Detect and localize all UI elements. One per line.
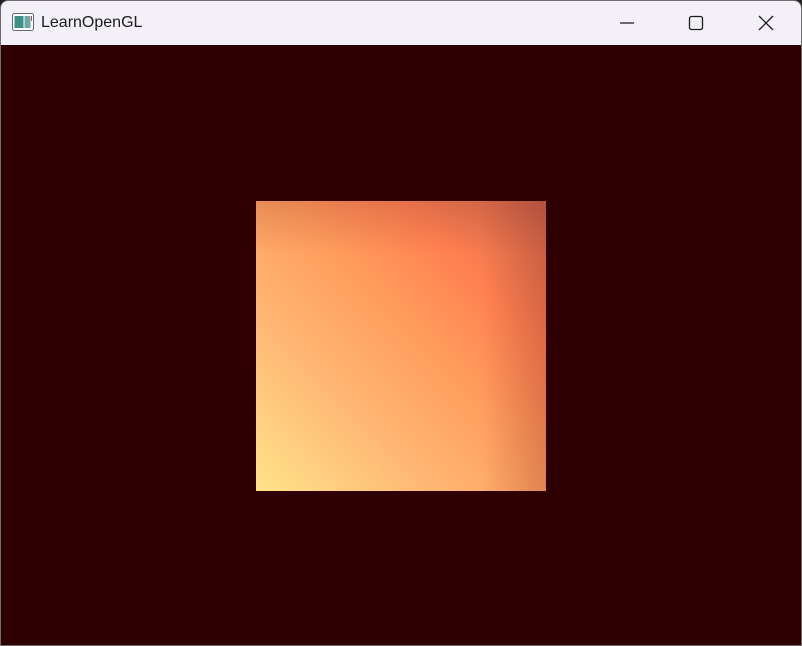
rendered-quad [256, 201, 546, 491]
maximize-button[interactable] [661, 1, 731, 45]
minimize-button[interactable] [592, 1, 662, 45]
render-viewport[interactable] [1, 45, 801, 645]
close-button[interactable] [731, 1, 801, 45]
title-bar[interactable]: LearnOpenGL [1, 1, 801, 45]
app-window-icon [12, 13, 34, 31]
maximize-icon [688, 15, 704, 31]
app-window: LearnOpenGL [0, 0, 802, 646]
close-icon [758, 15, 774, 31]
minimize-icon [620, 22, 634, 24]
window-title: LearnOpenGL [41, 14, 143, 31]
